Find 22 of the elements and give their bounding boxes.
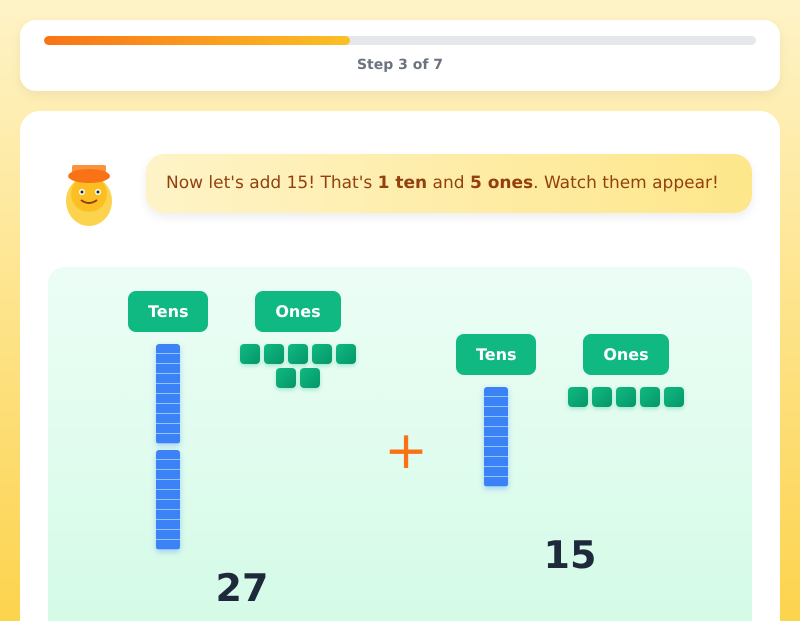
tens-label: Tens [128, 291, 208, 332]
step-label: Step 3 of 7 [356, 57, 444, 73]
one-cube [616, 387, 636, 407]
speech-bubble: Now let's add 15! That's 1 ten and 5 ones. Watch them appear! [146, 154, 752, 212]
number-value: 27 [216, 566, 268, 610]
one-cube [664, 387, 684, 407]
one-cube [312, 344, 332, 364]
ones-label: Ones [583, 334, 669, 375]
ones-label: Ones [255, 291, 341, 332]
plus-sign: + [383, 421, 429, 481]
one-cube [276, 368, 296, 388]
one-cube [240, 344, 260, 364]
mascot-icon [64, 163, 114, 227]
one-cube [336, 344, 356, 364]
one-cube [640, 387, 660, 407]
tens-label: Tens [456, 334, 536, 375]
one-cube [568, 387, 588, 407]
number-value: 15 [544, 533, 596, 577]
one-cube [300, 368, 320, 388]
one-cube [288, 344, 308, 364]
one-cube [264, 344, 284, 364]
one-cube [592, 387, 612, 407]
